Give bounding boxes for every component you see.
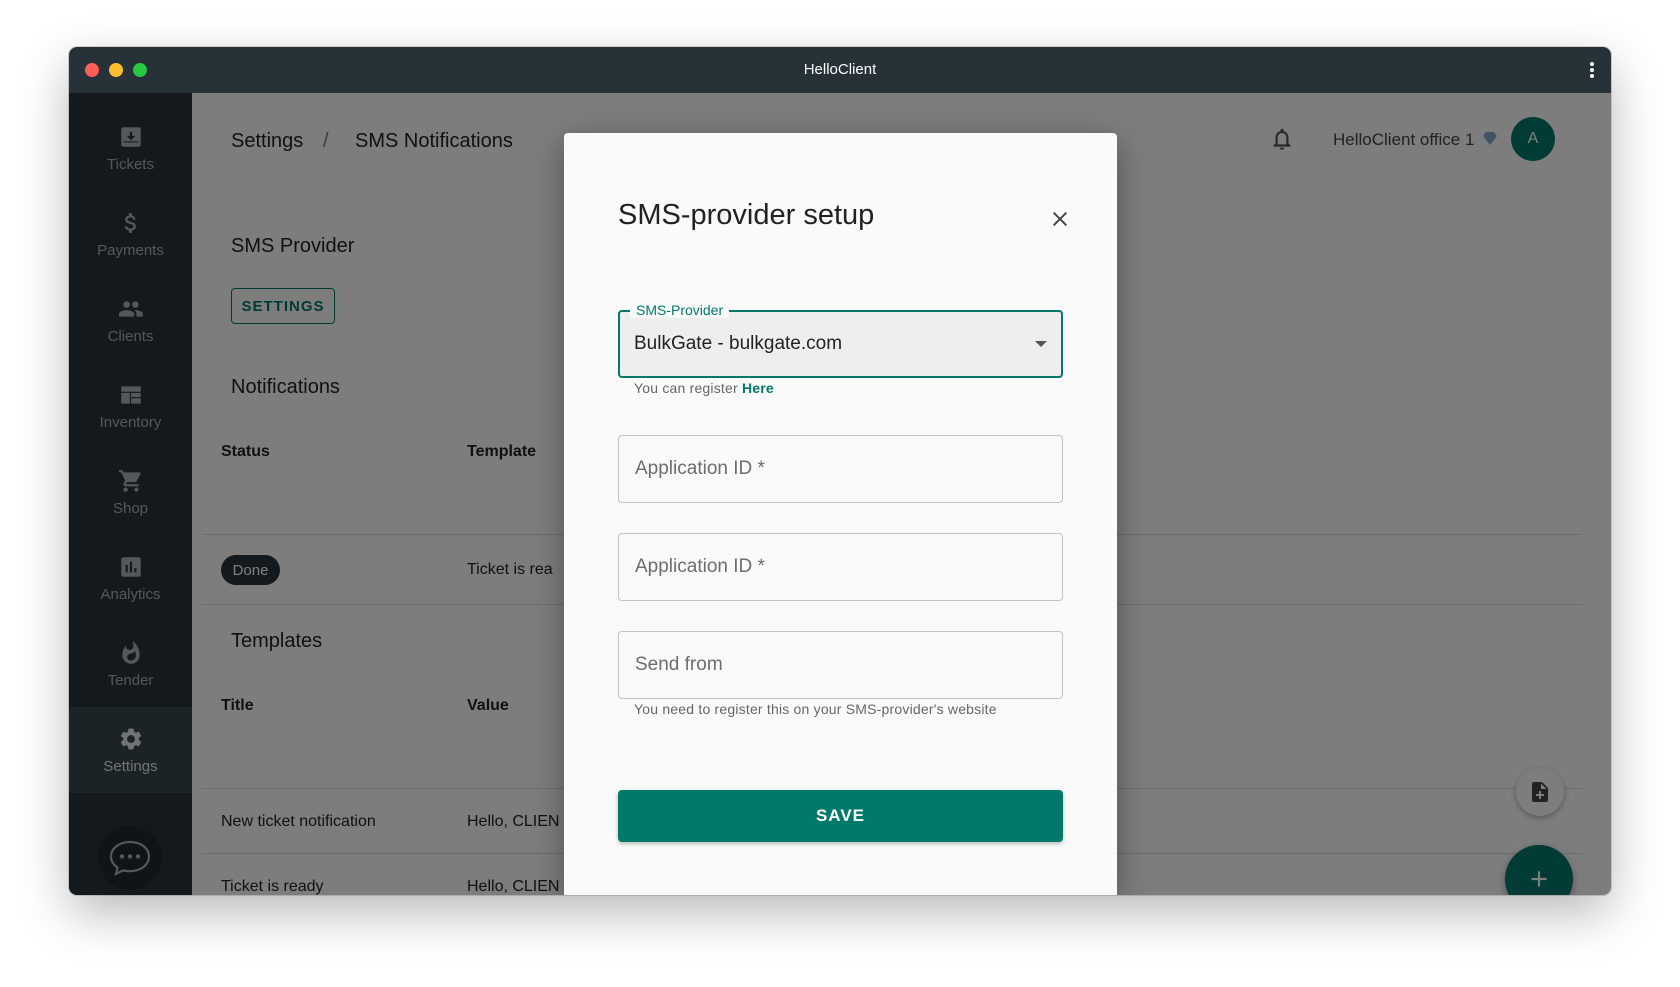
send-from-field[interactable]: Send from bbox=[618, 631, 1063, 699]
title-bar: HelloClient bbox=[69, 47, 1611, 93]
register-link[interactable]: Here bbox=[742, 380, 774, 396]
register-helper: You can register Here bbox=[634, 380, 774, 396]
application-id-placeholder: Application ID * bbox=[635, 556, 765, 577]
register-helper-text: You can register bbox=[634, 380, 738, 396]
dialog-title: SMS-provider setup bbox=[618, 199, 875, 231]
dropdown-arrow-icon bbox=[1035, 341, 1047, 347]
application-id-placeholder: Application ID * bbox=[635, 458, 765, 479]
save-button[interactable]: SAVE bbox=[618, 790, 1063, 842]
sms-provider-value: BulkGate - bulkgate.com bbox=[634, 333, 843, 354]
application-id-field[interactable]: Application ID * bbox=[618, 435, 1063, 503]
application-id-field-2[interactable]: Application ID * bbox=[618, 533, 1063, 601]
send-from-placeholder: Send from bbox=[635, 654, 723, 675]
sms-provider-dialog: SMS-provider setup SMS-Provider BulkGate… bbox=[564, 133, 1117, 895]
window-title: HelloClient bbox=[803, 61, 877, 78]
sms-provider-label: SMS-Provider bbox=[630, 302, 730, 318]
more-vert-icon[interactable] bbox=[1589, 59, 1595, 81]
close-icon[interactable] bbox=[1048, 207, 1072, 231]
app-window: HelloClient Tickets Payments Clients Inv… bbox=[69, 47, 1611, 895]
send-from-helper: You need to register this on your SMS-pr… bbox=[634, 701, 997, 717]
sms-provider-select[interactable]: SMS-Provider BulkGate - bulkgate.com bbox=[618, 302, 1063, 378]
